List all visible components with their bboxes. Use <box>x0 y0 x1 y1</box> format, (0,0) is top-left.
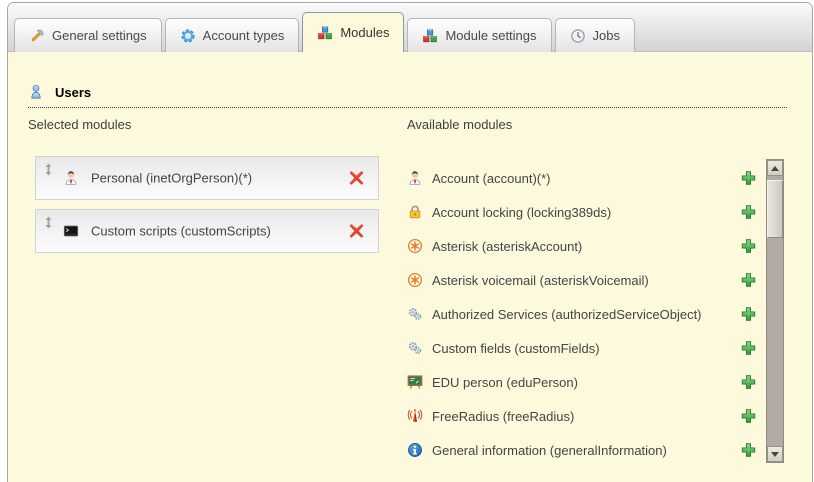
tab-account-types[interactable]: Account types <box>165 18 300 52</box>
selected-module-row: Custom scripts (customScripts) <box>35 209 379 253</box>
tab-jobs[interactable]: Jobs <box>555 18 635 52</box>
users-section-heading: Users <box>28 84 787 108</box>
drag-handle-icon[interactable] <box>44 216 53 229</box>
selected-modules-label: Selected modules <box>28 117 131 132</box>
available-module-row: General information (generalInformation) <box>407 433 759 467</box>
user-suit-icon <box>63 170 79 186</box>
cubes-icon <box>317 25 333 41</box>
available-module-label: Account (account)(*) <box>432 171 551 186</box>
selected-modules-list: Personal (inetOrgPerson)(*) Custom script… <box>35 156 379 262</box>
settings-widget: General settings Account types Modules Modu… <box>7 2 813 482</box>
add-icon[interactable] <box>741 341 756 356</box>
tab-module-settings[interactable]: Module settings <box>407 18 551 52</box>
add-icon[interactable] <box>741 239 756 254</box>
tab-general-settings[interactable]: General settings <box>14 18 162 52</box>
tab-label: Account types <box>203 28 285 43</box>
users-section-title: Users <box>55 85 91 100</box>
available-module-label: Asterisk (asteriskAccount) <box>432 239 582 254</box>
tab-modules[interactable]: Modules <box>302 12 404 52</box>
available-module-label: FreeRadius (freeRadius) <box>432 409 574 424</box>
available-modules-list: Account (account)(*) Account locking (loc… <box>407 161 759 467</box>
available-module-row: Account (account)(*) <box>407 161 759 195</box>
available-module-row: Authorized Services (authorizedServiceOb… <box>407 297 759 331</box>
drag-handle-icon[interactable] <box>44 163 53 176</box>
available-module-label: Custom fields (customFields) <box>432 341 600 356</box>
add-icon[interactable] <box>741 205 756 220</box>
modules-tab-panel: Users Selected modules Available modules… <box>8 53 812 482</box>
tab-label: Jobs <box>593 28 620 43</box>
selected-module-row: Personal (inetOrgPerson)(*) <box>35 156 379 200</box>
terminal-icon <box>63 223 79 239</box>
available-module-row: Asterisk voicemail (asteriskVoicemail) <box>407 263 759 297</box>
add-icon[interactable] <box>741 443 756 458</box>
add-icon[interactable] <box>741 171 756 186</box>
available-modules-label: Available modules <box>407 117 512 132</box>
antenna-icon <box>407 408 423 424</box>
delete-icon[interactable] <box>348 223 365 240</box>
asterisk-icon <box>407 238 423 254</box>
gears-icon <box>407 306 423 322</box>
add-icon[interactable] <box>741 409 756 424</box>
available-modules-scrollbar[interactable] <box>766 159 784 463</box>
available-module-label: EDU person (eduPerson) <box>432 375 578 390</box>
tab-bar: General settings Account types Modules Modu… <box>8 3 812 52</box>
tab-label: Module settings <box>445 28 536 43</box>
lock-icon <box>407 204 423 220</box>
chalkboard-icon <box>407 374 423 390</box>
available-module-label: General information (generalInformation) <box>432 443 667 458</box>
info-icon <box>407 442 423 458</box>
cubes-icon <box>422 28 438 44</box>
wrench-icon <box>29 28 45 44</box>
available-module-row: Asterisk (asteriskAccount) <box>407 229 759 263</box>
user-icon <box>28 84 44 100</box>
triangle-down-icon <box>771 452 779 457</box>
available-module-row: Account locking (locking389ds) <box>407 195 759 229</box>
scroll-thumb[interactable] <box>767 180 783 238</box>
available-module-row: FreeRadius (freeRadius) <box>407 399 759 433</box>
asterisk-icon <box>407 272 423 288</box>
gear-icon <box>180 28 196 44</box>
available-module-row: EDU person (eduPerson) <box>407 365 759 399</box>
add-icon[interactable] <box>741 375 756 390</box>
clock-icon <box>570 28 586 44</box>
scroll-up-button[interactable] <box>767 160 783 176</box>
add-icon[interactable] <box>741 273 756 288</box>
scroll-down-button[interactable] <box>767 446 783 462</box>
available-module-label: Account locking (locking389ds) <box>432 205 611 220</box>
selected-module-label: Personal (inetOrgPerson)(*) <box>91 171 252 186</box>
user-suit-icon <box>407 170 423 186</box>
selected-module-label: Custom scripts (customScripts) <box>91 224 271 239</box>
available-module-row: Custom fields (customFields) <box>407 331 759 365</box>
delete-icon[interactable] <box>348 170 365 187</box>
tab-label: Modules <box>340 25 389 40</box>
tab-label: General settings <box>52 28 147 43</box>
add-icon[interactable] <box>741 307 756 322</box>
triangle-up-icon <box>771 166 779 171</box>
gears-icon <box>407 340 423 356</box>
available-module-label: Asterisk voicemail (asteriskVoicemail) <box>432 273 649 288</box>
available-module-label: Authorized Services (authorizedServiceOb… <box>432 307 702 322</box>
